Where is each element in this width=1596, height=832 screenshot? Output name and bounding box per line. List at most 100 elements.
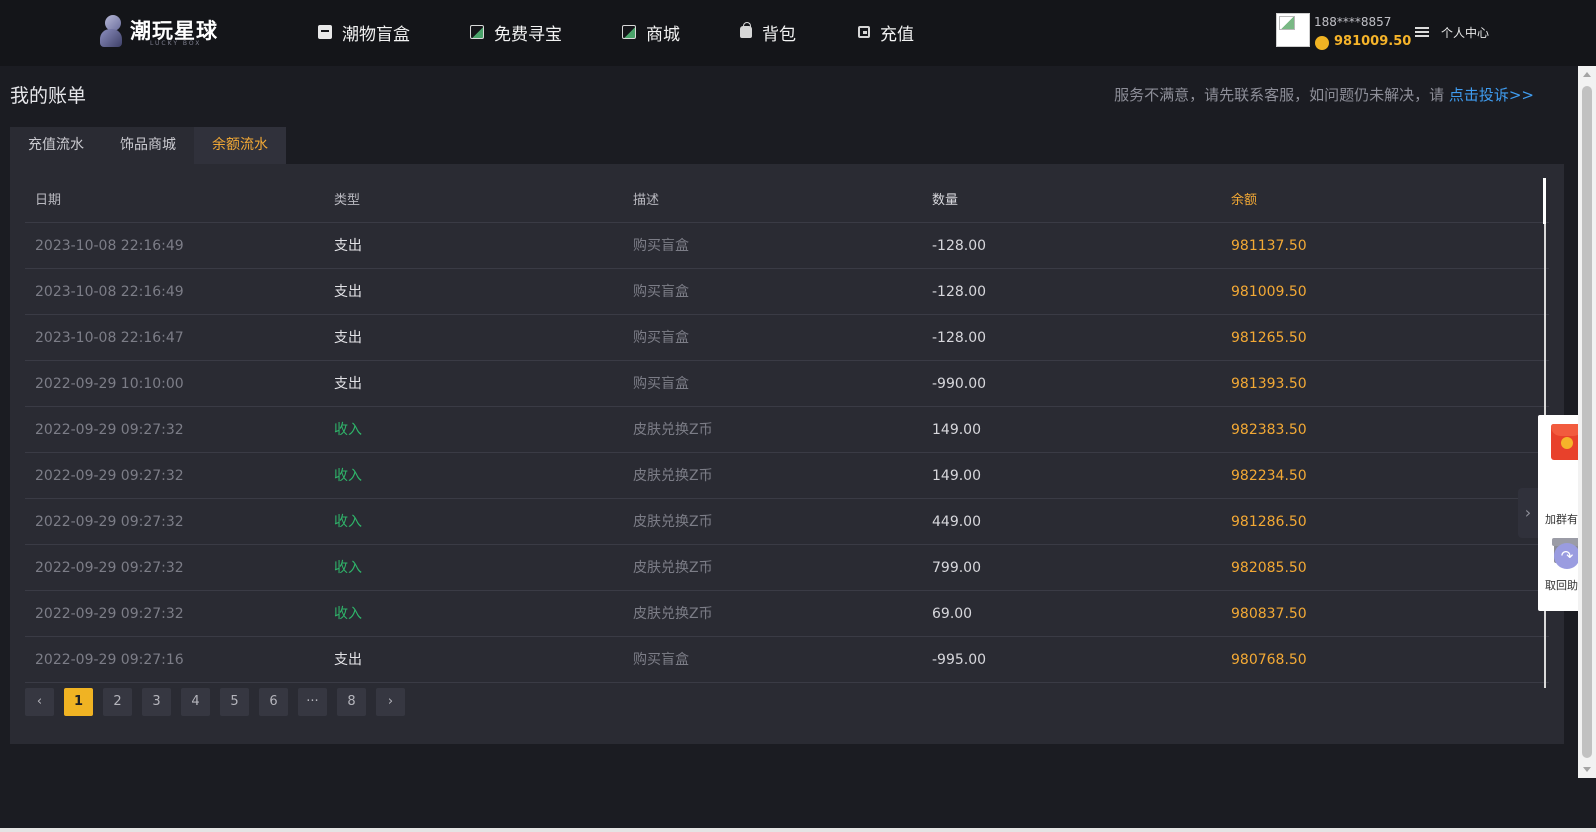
header-balance: 余额 <box>1231 193 1258 208</box>
logo-subtext: LUCKY BOX <box>150 40 202 47</box>
page-button[interactable]: 6 <box>259 688 288 716</box>
row-amount: -990.00 <box>932 376 987 392</box>
table-row: 2023-10-08 22:16:49 支出 购买盲盒 -128.00 981137.5… <box>25 223 1549 269</box>
pagination: ‹ 1 2 3 4 5 6 ··· 8 › <box>25 688 415 716</box>
prev-page-button[interactable]: ‹ <box>25 688 54 716</box>
nav-item-free-treasure[interactable]: 免费寻宝 <box>470 18 622 46</box>
table-row: 2022-09-29 09:27:32 收入 皮肤兑换Z币 149.00 982234.… <box>25 453 1549 499</box>
row-balance: 981393.50 <box>1231 376 1307 392</box>
page-button[interactable]: 5 <box>220 688 249 716</box>
row-amount: 449.00 <box>932 514 981 530</box>
personal-center-link[interactable]: 个人中心 <box>1415 24 1489 41</box>
row-type: 支出 <box>334 376 362 392</box>
user-balance: 981009.50 <box>1334 34 1412 49</box>
row-amount: 799.00 <box>932 560 981 576</box>
row-desc: 购买盲盒 <box>633 330 689 346</box>
notice-text: 服务不满意，请先联系客服，如问题仍未解决，请 <box>1114 86 1445 104</box>
table-body: 2023-10-08 22:16:49 支出 购买盲盒 -128.00 981137.5… <box>25 223 1549 683</box>
tab-balance-flow[interactable]: 余额流水 <box>194 127 286 164</box>
nav-item-label: 充值 <box>880 24 914 45</box>
header-amount: 数量 <box>932 193 959 208</box>
bill-table: 日期 类型 描述 数量 余额 2023-10-08 22:16:49 支出 购买盲盒… <box>25 178 1549 683</box>
personal-center-label: 个人中心 <box>1441 26 1490 40</box>
table-scrollbar-thumb[interactable] <box>1543 178 1546 224</box>
row-amount: 149.00 <box>932 422 981 438</box>
site-logo[interactable]: 潮玩星球 LUCKY BOX <box>98 12 218 48</box>
row-desc: 皮肤兑换Z币 <box>633 468 713 484</box>
table-row: 2022-09-29 09:27:32 收入 皮肤兑换Z币 799.00 982085.… <box>25 545 1549 591</box>
row-date: 2023-10-08 22:16:49 <box>35 284 184 300</box>
row-desc: 皮肤兑换Z币 <box>633 422 713 438</box>
logo-mascot-icon <box>98 13 126 47</box>
row-type: 收入 <box>334 560 362 576</box>
image-icon <box>470 25 484 39</box>
header-date: 日期 <box>35 193 62 208</box>
nav-item-label: 免费寻宝 <box>494 24 562 45</box>
avatar[interactable] <box>1276 13 1310 47</box>
table-row: 2022-09-29 09:27:32 收入 皮肤兑换Z币 69.00 980837.5… <box>25 591 1549 637</box>
row-type: 支出 <box>334 330 362 346</box>
tab-item-shop[interactable]: 饰品商城 <box>102 127 194 164</box>
row-date: 2022-09-29 09:27:32 <box>35 606 184 622</box>
row-balance: 980837.50 <box>1231 606 1307 622</box>
bill-panel: 日期 类型 描述 数量 余额 2023-10-08 22:16:49 支出 购买盲盒… <box>10 164 1564 744</box>
row-date: 2022-09-29 09:27:32 <box>35 560 184 576</box>
row-balance: 981265.50 <box>1231 330 1307 346</box>
nav-item-shop[interactable]: 商城 <box>622 18 740 46</box>
row-date: 2023-10-08 22:16:49 <box>35 238 184 254</box>
complaint-notice: 服务不满意，请先联系客服，如问题仍未解决，请 点击投诉>> <box>1114 84 1534 105</box>
row-desc: 购买盲盒 <box>633 376 689 392</box>
row-date: 2022-09-29 10:10:00 <box>35 376 184 392</box>
row-desc: 购买盲盒 <box>633 238 689 254</box>
row-amount: -128.00 <box>932 238 987 254</box>
page-button[interactable]: 1 <box>64 688 93 716</box>
tab-recharge-flow[interactable]: 充值流水 <box>10 127 102 164</box>
table-row: 2023-10-08 22:16:49 支出 购买盲盒 -128.00 981009.5… <box>25 269 1549 315</box>
page-button[interactable]: 3 <box>142 688 171 716</box>
row-type: 收入 <box>334 514 362 530</box>
page-title: 我的账单 <box>10 85 87 107</box>
page-scrollbar-thumb[interactable] <box>1582 86 1592 758</box>
nav-item-label: 背包 <box>762 24 796 45</box>
row-balance: 982383.50 <box>1231 422 1307 438</box>
nav-item-recharge[interactable]: 充值 <box>858 18 958 46</box>
row-desc: 购买盲盒 <box>633 652 689 668</box>
page-button[interactable]: 4 <box>181 688 210 716</box>
scroll-down-icon[interactable] <box>1583 767 1591 772</box>
user-phone: 188****8857 <box>1314 15 1392 29</box>
row-amount: 69.00 <box>932 606 973 622</box>
nav-item-label: 商城 <box>646 24 680 45</box>
row-type: 支出 <box>334 652 362 668</box>
nav-item-backpack[interactable]: 背包 <box>740 18 858 46</box>
table-row: 2022-09-29 09:27:32 收入 皮肤兑换Z币 449.00 981286.… <box>25 499 1549 545</box>
nav-item-blindbox[interactable]: 潮物盲盒 <box>318 18 470 46</box>
page-button[interactable]: 2 <box>103 688 132 716</box>
row-balance: 980768.50 <box>1231 652 1307 668</box>
row-desc: 皮肤兑换Z币 <box>633 606 713 622</box>
coin-icon <box>1315 36 1329 50</box>
row-type: 收入 <box>334 422 362 438</box>
row-amount: -128.00 <box>932 330 987 346</box>
table-row: 2022-09-29 09:27:16 支出 购买盲盒 -995.00 980768.5… <box>25 637 1549 683</box>
page-scrollbar[interactable] <box>1578 66 1596 778</box>
table-row: 2022-09-29 09:27:32 收入 皮肤兑换Z币 149.00 982383.… <box>25 407 1549 453</box>
row-amount: -128.00 <box>932 284 987 300</box>
table-row: 2022-09-29 10:10:00 支出 购买盲盒 -990.00 981393.5… <box>25 361 1549 407</box>
row-desc: 皮肤兑换Z币 <box>633 514 713 530</box>
row-balance: 981137.50 <box>1231 238 1307 254</box>
row-desc: 购买盲盒 <box>633 284 689 300</box>
row-amount: -995.00 <box>932 652 987 668</box>
main-nav: 潮物盲盒 免费寻宝 商城 背包 充值 <box>318 18 958 46</box>
next-page-button[interactable]: › <box>376 688 405 716</box>
row-date: 2022-09-29 09:27:32 <box>35 422 184 438</box>
scroll-up-icon[interactable] <box>1583 72 1591 77</box>
image-icon <box>622 25 636 39</box>
row-balance: 982085.50 <box>1231 560 1307 576</box>
table-header: 日期 类型 描述 数量 余额 <box>25 178 1549 223</box>
complaint-link[interactable]: 点击投诉>> <box>1449 86 1534 104</box>
page-ellipsis[interactable]: ··· <box>298 688 327 716</box>
side-float-toggle[interactable]: › <box>1518 488 1538 538</box>
page-button[interactable]: 8 <box>337 688 366 716</box>
box-icon <box>318 25 332 39</box>
table-row: 2023-10-08 22:16:47 支出 购买盲盒 -128.00 981265.5… <box>25 315 1549 361</box>
